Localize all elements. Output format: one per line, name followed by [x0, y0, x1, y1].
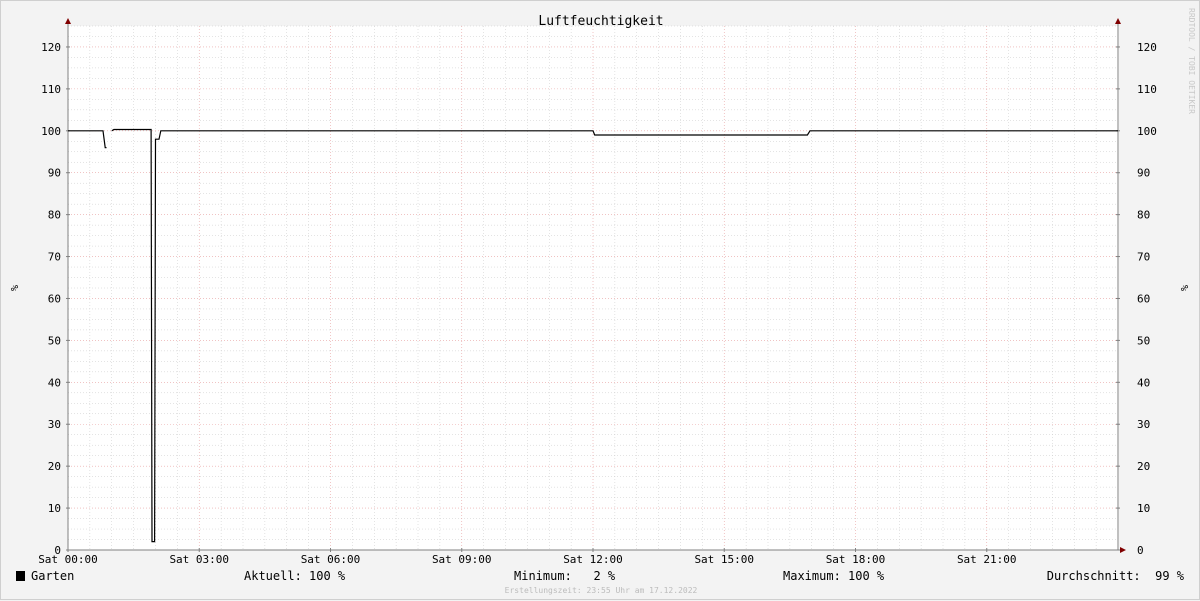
y-tick-label-right: 20	[1137, 460, 1150, 473]
x-tick-label: Sat 18:00	[826, 553, 886, 566]
legend-aktuell-value: 100 %	[309, 569, 346, 583]
y-tick-label-left: 100	[41, 125, 61, 138]
footer-timestamp: Erstellungszeit: 23:55 Uhr am 17.12.2022	[505, 586, 698, 595]
y-tick-label-left: 30	[48, 418, 61, 431]
x-axis-arrow	[1120, 547, 1126, 553]
x-tick-label: Sat 12:00	[563, 553, 623, 566]
y-tick-label-right: 70	[1137, 251, 1150, 264]
y-tick-label-right: 100	[1137, 125, 1157, 138]
legend-series-name: Garten	[31, 569, 74, 583]
legend-minimum: Minimum: 2 %	[514, 569, 616, 583]
y-tick-label-left: 120	[41, 41, 61, 54]
y-axis-arrow-left	[65, 18, 71, 24]
y-tick-label-left: 40	[48, 376, 61, 389]
y-tick-label-left: 110	[41, 83, 61, 96]
y-axis-arrow-right	[1115, 18, 1121, 24]
x-tick-label: Sat 06:00	[301, 553, 361, 566]
y-axis-label-left: %	[8, 285, 19, 291]
legend-minimum-value: 2 %	[593, 569, 615, 583]
legend-durchschnitt: Durchschnitt: 99 %	[1047, 569, 1185, 583]
legend-maximum: Maximum: 100 %	[783, 569, 885, 583]
x-tick-label: Sat 00:00	[38, 553, 98, 566]
y-tick-label-right: 110	[1137, 83, 1157, 96]
y-tick-label-right: 0	[1137, 544, 1144, 557]
y-tick-label-left: 50	[48, 334, 61, 347]
y-tick-label-right: 50	[1137, 334, 1150, 347]
watermark: RRDTOOL / TOBI OETIKER	[1187, 8, 1196, 114]
y-axis-label-right: %	[1178, 285, 1189, 291]
chart-canvas: 0 010 1020 2030 3040 4050 5060 6070 7080 8090 9010…	[8, 8, 1196, 595]
y-tick-label-left: 60	[48, 292, 61, 305]
y-tick-label-left: 70	[48, 251, 61, 264]
x-tick-label: Sat 21:00	[957, 553, 1017, 566]
y-tick-label-right: 90	[1137, 167, 1150, 180]
y-tick-label-left: 80	[48, 209, 61, 222]
legend-durchschnitt-label: Durchschnitt:	[1047, 569, 1141, 583]
x-tick-label: Sat 15:00	[694, 553, 754, 566]
y-tick-label-left: 20	[48, 460, 61, 473]
y-tick-label-right: 120	[1137, 41, 1157, 54]
y-tick-label-left: 90	[48, 167, 61, 180]
x-tick-label: Sat 09:00	[432, 553, 492, 566]
y-tick-label-right: 10	[1137, 502, 1150, 515]
legend-aktuell-label: Aktuell:	[244, 569, 302, 583]
y-tick-label-right: 80	[1137, 209, 1150, 222]
chart-frame: 0 0 10 10 20 20 30 30 40 40 50 50 60 60 70 70 80 80 90 90 10…	[0, 0, 1200, 600]
x-tick-label: Sat 03:00	[169, 553, 229, 566]
legend-maximum-label: Maximum:	[783, 569, 841, 583]
legend-durchschnitt-value: 99 %	[1155, 569, 1185, 583]
legend-maximum-value: 100 %	[848, 569, 885, 583]
y-tick-label-left: 10	[48, 502, 61, 515]
y-tick-label-right: 40	[1137, 376, 1150, 389]
legend-aktuell: Aktuell: 100 %	[244, 569, 346, 583]
chart-title: Luftfeuchtigkeit	[538, 14, 663, 29]
y-tick-label-right: 60	[1137, 292, 1150, 305]
y-tick-label-right: 30	[1137, 418, 1150, 431]
legend-color-swatch	[16, 571, 25, 581]
legend-minimum-label: Minimum:	[514, 569, 572, 583]
